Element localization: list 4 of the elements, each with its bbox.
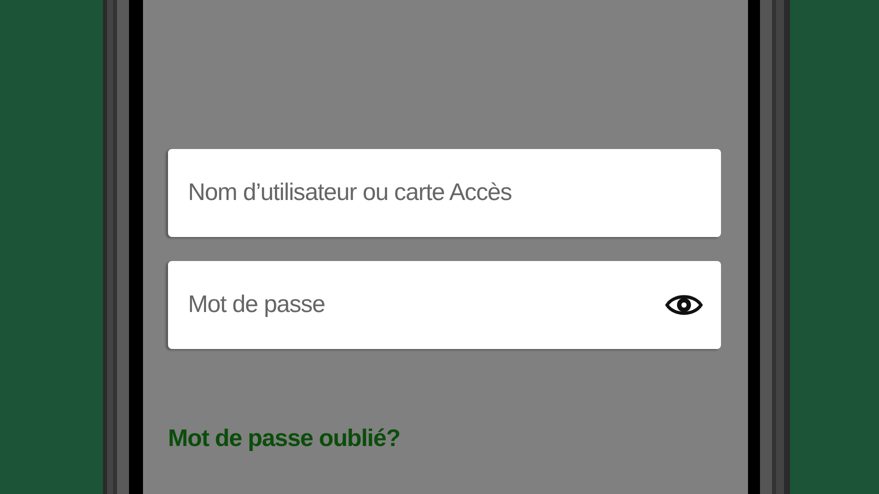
eye-icon[interactable] [665,292,703,318]
password-field[interactable]: Mot de passe [168,261,721,349]
username-field[interactable]: Nom d’utilisateur ou carte Accès [168,149,721,237]
forgot-password-link[interactable]: Mot de passe oublié? [168,425,400,453]
